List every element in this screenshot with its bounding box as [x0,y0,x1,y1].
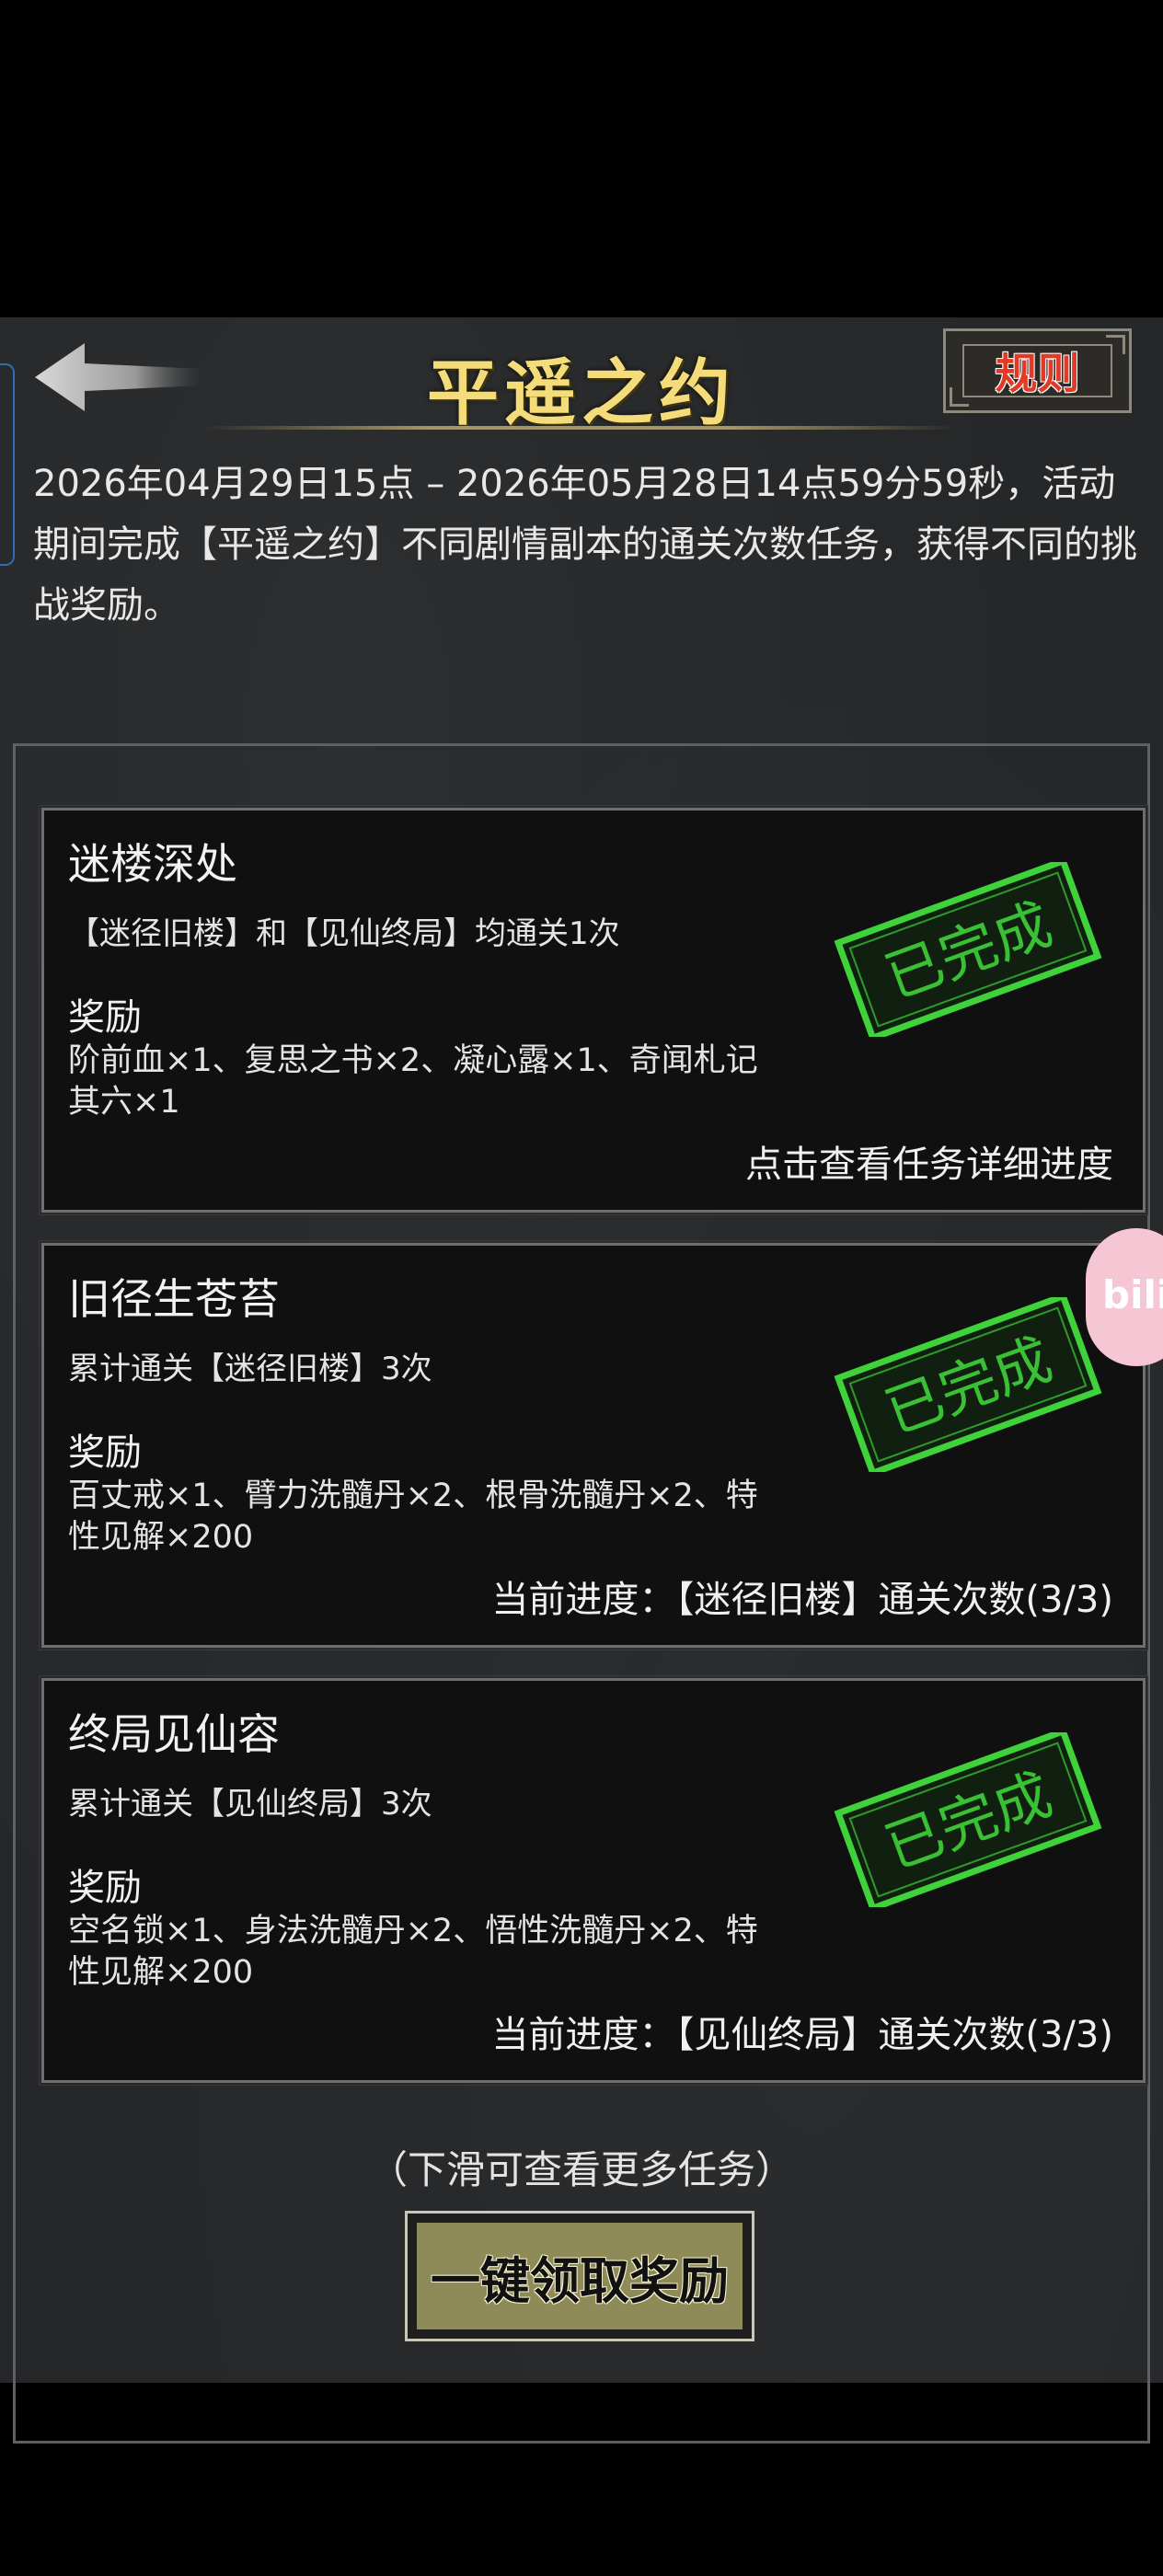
reward-list: 空名锁×1、身法洗髓丹×2、悟性洗髓丹×2、特性见解×200 [68,1913,758,1991]
rules-button-label: 规则 [962,344,1112,398]
completed-stamp-icon: 已完成 [834,1297,1102,1472]
task-progress: 当前进度：【迷径旧楼】通关次数(3/3) [491,1579,1113,1621]
reward-list: 百丈戒×1、臂力洗髓丹×2、根骨洗髓丹×2、特性见解×200 [68,1478,758,1556]
task-requirement: 累计通关【见仙终局】3次 [68,1786,432,1823]
task-title: 迷楼深处 [68,839,237,889]
rules-button[interactable]: 规则 [943,328,1132,413]
completed-stamp-icon: 已完成 [834,1732,1102,1907]
task-card[interactable]: 迷楼深处 【迷径旧楼】和【见仙终局】均通关1次 奖励 阶前血×1、复思之书×2、… [39,805,1148,1215]
reward-heading: 奖励 [68,996,142,1039]
task-requirement: 【迷径旧楼】和【见仙终局】均通关1次 [68,915,620,952]
reward-heading: 奖励 [68,1432,142,1474]
title-divider [202,426,957,430]
floating-bili-bubble[interactable]: bili [1086,1228,1163,1366]
reward-heading: 奖励 [68,1867,142,1909]
bili-label: bili [1102,1272,1163,1317]
task-title: 旧径生苍苔 [68,1274,280,1324]
task-card[interactable]: 终局见仙容 累计通关【见仙终局】3次 奖励 空名锁×1、身法洗髓丹×2、悟性洗髓… [39,1675,1148,2086]
task-requirement: 累计通关【迷径旧楼】3次 [68,1351,432,1387]
task-title: 终局见仙容 [68,1709,280,1759]
claim-all-rewards-button[interactable]: 一键领取奖励 [405,2211,754,2341]
activity-panel: 平遥之约 规则 2026年04月29日15点 – 2026年05月28日14点5… [0,317,1163,2444]
task-card[interactable]: 旧径生苍苔 累计通关【迷径旧楼】3次 奖励 百丈戒×1、臂力洗髓丹×2、根骨洗髓… [39,1240,1148,1650]
task-detail-link[interactable]: 点击查看任务详细进度 [745,1134,1113,1188]
task-progress: 当前进度：【见仙终局】通关次数(3/3) [491,2014,1113,2056]
side-tab-edge[interactable] [0,363,15,566]
activity-description: 2026年04月29日15点 – 2026年05月28日14点59分59秒，活动… [33,463,1137,627]
claim-button-label: 一键领取奖励 [417,2223,743,2329]
scroll-hint: （下滑可查看更多任务） [368,2147,794,2192]
reward-list: 阶前血×1、复思之书×2、凝心露×1、奇闻札记其六×1 [68,1042,758,1121]
completed-stamp-icon: 已完成 [834,862,1102,1037]
